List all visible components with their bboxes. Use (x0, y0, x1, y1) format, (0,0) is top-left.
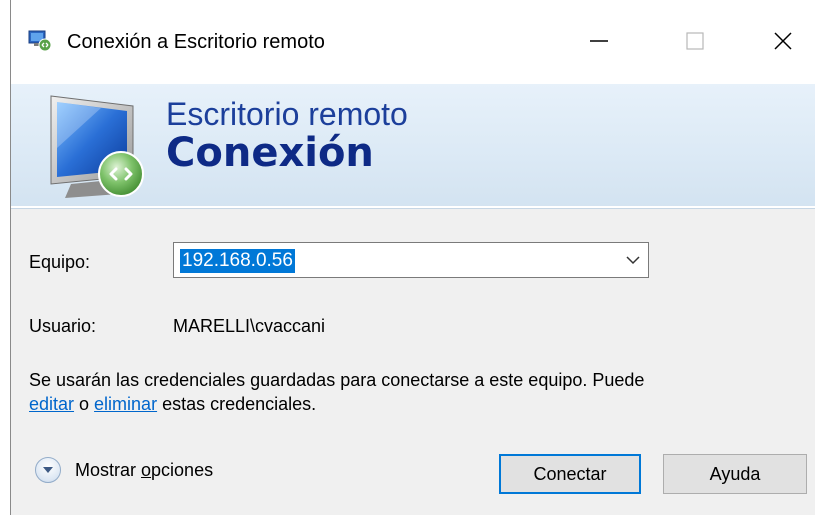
info-text-or: o (74, 394, 95, 414)
maximize-icon (686, 32, 704, 50)
minimize-icon (590, 40, 608, 42)
close-button[interactable] (747, 18, 815, 64)
info-text-prefix: Se usarán las credenciales guardadas par… (29, 370, 645, 390)
close-icon (774, 32, 792, 50)
banner-separator (11, 206, 815, 208)
show-options-label[interactable]: Mostrar opciones (75, 460, 213, 481)
computer-combobox[interactable]: 192.168.0.56 (173, 242, 649, 278)
user-value: MARELLI\cvaccani (173, 316, 326, 336)
expand-options-icon[interactable] (35, 457, 61, 483)
window-title: Conexión a Escritorio remoto (67, 31, 325, 53)
banner-title-line1: Escritorio remoto (166, 96, 408, 132)
computer-input[interactable]: 192.168.0.56 (180, 249, 295, 273)
remote-desktop-logo-icon (50, 95, 144, 198)
chevron-down-icon[interactable] (626, 255, 640, 265)
delete-credentials-link[interactable]: eliminar (94, 394, 157, 414)
edit-credentials-link[interactable]: editar (29, 394, 74, 414)
remote-desktop-app-icon (28, 30, 52, 52)
maximize-button[interactable] (659, 18, 731, 64)
minimize-button[interactable] (563, 18, 635, 64)
credentials-info-text: Se usarán las credenciales guardadas par… (29, 368, 669, 416)
computer-label: Equipo: (29, 252, 91, 272)
title-bar[interactable]: Conexión a Escritorio remoto (11, 0, 815, 84)
user-label: Usuario: (29, 316, 97, 336)
banner: Escritorio remoto Conexión (11, 84, 815, 209)
show-options-toggle[interactable]: Mostrar opciones (35, 457, 213, 483)
connect-button[interactable]: Conectar (499, 454, 641, 494)
help-button[interactable]: Ayuda (663, 454, 807, 494)
banner-title-line2: Conexión (166, 130, 374, 176)
remote-desktop-window: Conexión a Escritorio remoto Escritorio … (10, 0, 815, 515)
info-text-suffix: estas credenciales. (157, 394, 317, 414)
